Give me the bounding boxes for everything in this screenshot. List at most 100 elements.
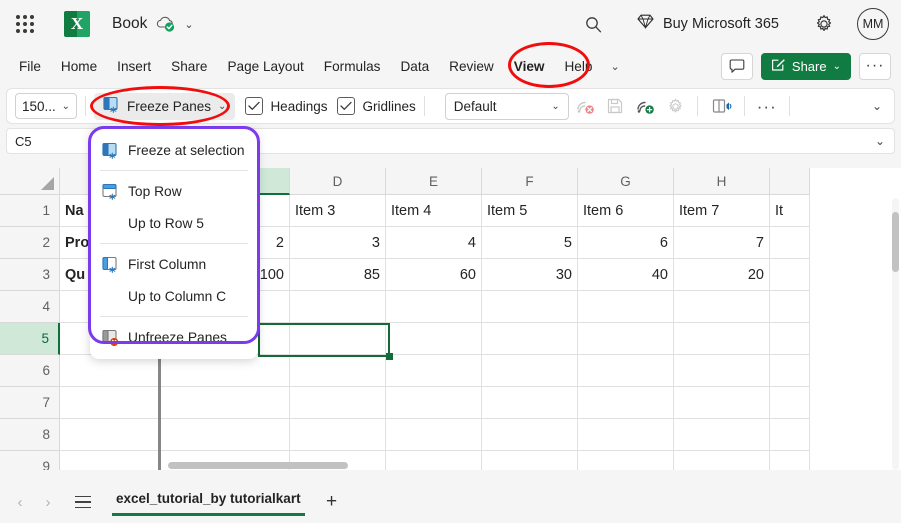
cell-C6[interactable] [160,355,290,387]
cell-E8[interactable] [386,419,482,451]
cell-F7[interactable] [482,387,578,419]
cell-G5[interactable] [578,323,674,355]
row-header-9[interactable]: 9 [0,451,60,470]
cell-I5[interactable] [770,323,810,355]
cell-D3[interactable]: 85 [290,259,386,291]
tab-view[interactable]: View [504,55,555,78]
excel-logo-icon[interactable]: X [64,11,90,37]
next-sheet-icon[interactable]: › [34,488,62,516]
share-button[interactable]: Share ⌄ [760,52,851,80]
cell-E4[interactable] [386,291,482,323]
row-header-1[interactable]: 1 [0,195,60,227]
vertical-scrollbar[interactable] [892,198,899,470]
cell-E3[interactable]: 60 [386,259,482,291]
command-bar-more-button[interactable]: ··· [753,93,781,120]
menu-item-freeze-at-selection[interactable]: Freeze at selection [90,134,258,166]
tab-insert[interactable]: Insert [107,55,161,78]
cell-G2[interactable]: 6 [578,227,674,259]
tab-review[interactable]: Review [439,55,504,78]
cell-D6[interactable] [290,355,386,387]
cell-H1[interactable]: Item 7 [674,195,770,227]
row-header-8[interactable]: 8 [0,419,60,451]
cell-I6[interactable] [770,355,810,387]
cell-F8[interactable] [482,419,578,451]
cell-G4[interactable] [578,291,674,323]
menu-item-top-row[interactable]: Top Row [90,175,258,207]
select-all-corner[interactable] [0,168,60,195]
row-header-5[interactable]: 5 [0,323,60,355]
cell-D2[interactable]: 3 [290,227,386,259]
app-launcher-icon[interactable] [8,7,42,41]
cell-D7[interactable] [290,387,386,419]
search-icon[interactable] [577,7,611,41]
row-header-3[interactable]: 3 [0,259,60,291]
column-header-F[interactable]: F [482,168,578,195]
cell-E7[interactable] [386,387,482,419]
fill-handle[interactable] [386,353,393,360]
formula-expand-chevron-down-icon[interactable]: ⌄ [866,134,894,148]
cell-G3[interactable]: 40 [578,259,674,291]
row-header-6[interactable]: 6 [0,355,60,387]
vertical-scrollbar-thumb[interactable] [892,212,899,272]
cell-H2[interactable]: 7 [674,227,770,259]
cell-B6[interactable] [60,355,160,387]
cell-D1[interactable]: Item 3 [290,195,386,227]
cell-I8[interactable] [770,419,810,451]
immersive-reader-icon[interactable] [709,93,736,120]
row-header-2[interactable]: 2 [0,227,60,259]
cell-I3[interactable] [770,259,810,291]
menu-item-up-to-row-5[interactable]: Up to Row 5 [90,207,258,239]
tab-file[interactable]: File [9,55,51,78]
command-bar-collapse-chevron-down-icon[interactable]: ⌄ [872,99,882,113]
cell-B9[interactable] [60,451,160,470]
cell-G7[interactable] [578,387,674,419]
row-header-4[interactable]: 4 [0,291,60,323]
buy-microsoft-365-button[interactable]: Buy Microsoft 365 [637,14,779,34]
ribbon-overflow-chevron-down-icon[interactable]: ⌄ [602,56,627,77]
column-header-H[interactable]: H [674,168,770,195]
cell-E5[interactable] [386,323,482,355]
cell-G1[interactable]: Item 6 [578,195,674,227]
tab-share[interactable]: Share [161,55,217,78]
cell-I1[interactable]: It [770,195,810,227]
cell-H8[interactable] [674,419,770,451]
cell-F1[interactable]: Item 5 [482,195,578,227]
column-header-I[interactable] [770,168,810,195]
column-header-D[interactable]: D [290,168,386,195]
row-header-7[interactable]: 7 [0,387,60,419]
tab-formulas[interactable]: Formulas [314,55,391,78]
tab-page-layout[interactable]: Page Layout [217,55,313,78]
comment-icon[interactable] [720,52,753,80]
tab-help[interactable]: Help [554,55,602,78]
cell-E6[interactable] [386,355,482,387]
sheet-tab-active[interactable]: excel_tutorial_by tutorialkart [112,488,305,516]
more-ribbon-options-button[interactable]: ··· [859,52,891,80]
cell-G6[interactable] [578,355,674,387]
menu-item-first-column[interactable]: First Column [90,248,258,280]
add-recording-icon[interactable] [632,93,659,120]
cell-C8[interactable] [160,419,290,451]
horizontal-scrollbar-thumb[interactable] [168,462,348,469]
title-chevron-down-icon[interactable]: ⌄ [184,18,193,31]
tab-home[interactable]: Home [51,55,107,78]
column-header-E[interactable]: E [386,168,482,195]
cell-F4[interactable] [482,291,578,323]
cloud-saved-icon[interactable] [155,14,177,34]
cell-D4[interactable] [290,291,386,323]
cell-H4[interactable] [674,291,770,323]
headings-checkbox[interactable] [245,97,264,115]
cell-I2[interactable] [770,227,810,259]
add-sheet-button[interactable]: + [319,489,345,515]
gridlines-checkbox[interactable] [337,97,356,115]
cell-H6[interactable] [674,355,770,387]
column-header-G[interactable]: G [578,168,674,195]
menu-item-unfreeze-panes[interactable]: Unfreeze Panes [90,321,258,353]
cell-E2[interactable]: 4 [386,227,482,259]
cell-F3[interactable]: 30 [482,259,578,291]
cell-F6[interactable] [482,355,578,387]
save-icon[interactable] [602,93,629,120]
horizontal-scrollbar[interactable] [160,461,900,470]
cell-B7[interactable] [60,387,160,419]
cell-E1[interactable]: Item 4 [386,195,482,227]
menu-item-up-to-column-c[interactable]: Up to Column C [90,280,258,312]
